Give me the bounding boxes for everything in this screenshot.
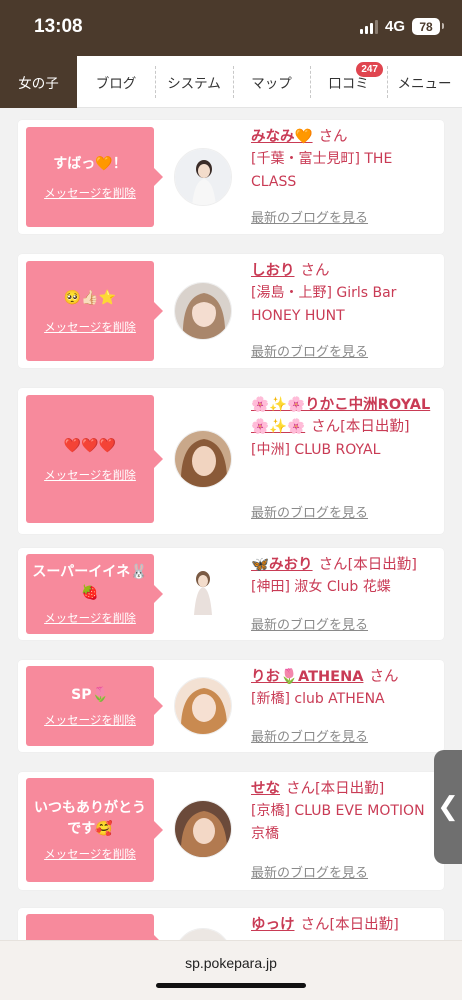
list-item: すばっ🧡！ メッセージを削除 みなみ🧡 さん [千葉・富士見町] THE CLAS… bbox=[18, 120, 444, 234]
latest-blog-link[interactable]: 最新のブログを見る bbox=[251, 726, 368, 745]
tab-blog[interactable]: ブログ bbox=[77, 56, 155, 108]
girl-name-line: 🦋みおり さん[本日出勤] bbox=[251, 554, 437, 576]
message-text: ❤️❤️❤️ bbox=[63, 437, 117, 454]
url-text: sp.pokepara.jp bbox=[185, 955, 277, 971]
side-drawer-handle[interactable]: ❮ bbox=[434, 750, 462, 864]
delete-message-link[interactable]: メッセージを削除 bbox=[44, 610, 136, 626]
shop-link[interactable]: [湯島・上野] Girls Bar HONEY HUNT bbox=[251, 282, 437, 327]
girl-name-link[interactable]: しおり bbox=[251, 263, 295, 279]
girl-name-link[interactable]: せな bbox=[251, 781, 280, 797]
delete-message-link[interactable]: メッセージを削除 bbox=[44, 319, 136, 335]
shop-link[interactable]: [千葉・富士見町] THE CLASS bbox=[251, 148, 437, 193]
shop-link[interactable]: [新橋] club ATHENA bbox=[251, 688, 437, 710]
girl-name-line: 🌸✨🌸りかこ中洲ROYAL🌸✨🌸 さん[本日出勤] bbox=[251, 394, 437, 439]
message-text: いつもありがとうです🥰 bbox=[34, 800, 146, 837]
message-text: SP🌷 bbox=[71, 686, 109, 703]
latest-blog-link[interactable]: 最新のブログを見る bbox=[251, 502, 368, 521]
avatar[interactable] bbox=[174, 800, 232, 858]
tab-system[interactable]: システム bbox=[155, 56, 233, 108]
tab-label: ブログ bbox=[95, 76, 137, 92]
girl-name-link[interactable]: ゆっけ bbox=[251, 917, 295, 933]
list-item: いつもありがとうです🥰 メッセージを削除 せな さん[本日出勤] [京橋] CLU… bbox=[18, 772, 444, 890]
message-text: 🥺👍🏻⭐ bbox=[63, 289, 117, 306]
girl-name-line: ゆっけ さん[本日出勤] bbox=[251, 914, 437, 936]
message-bubble: スーパーイイネ🐰🍓 メッセージを削除 bbox=[26, 554, 163, 634]
honorific: さん bbox=[318, 129, 348, 145]
attendance-status: [本日出勤] bbox=[329, 917, 399, 933]
girl-name-line: みなみ🧡 さん bbox=[251, 126, 437, 148]
tab-reviews[interactable]: 口コミ 247 bbox=[310, 56, 387, 108]
latest-blog-link[interactable]: 最新のブログを見る bbox=[251, 614, 368, 633]
girl-name-line: しおり さん bbox=[251, 260, 437, 282]
girl-name-link[interactable]: りお🌷ATHENA bbox=[251, 669, 363, 685]
avatar[interactable] bbox=[174, 565, 232, 623]
message-bubble: いつもありがとうです🥰 メッセージを削除 bbox=[26, 778, 163, 882]
shop-link[interactable]: [京橋] CLUB EVE MOTION 京橋 bbox=[251, 800, 437, 845]
tab-menu[interactable]: メニュー bbox=[387, 56, 462, 108]
girl-name-line: せな さん[本日出勤] bbox=[251, 778, 437, 800]
message-bubble: すばっ🧡！ メッセージを削除 bbox=[26, 127, 163, 227]
girl-name-link[interactable]: みなみ🧡 bbox=[251, 129, 313, 145]
avatar[interactable] bbox=[174, 677, 232, 735]
home-indicator[interactable] bbox=[156, 983, 306, 988]
delete-message-link[interactable]: メッセージを削除 bbox=[44, 467, 136, 483]
battery-icon: 78 bbox=[412, 18, 444, 35]
delete-message-link[interactable]: メッセージを削除 bbox=[44, 846, 136, 862]
list-item: ❤️❤️❤️ メッセージを削除 🌸✨🌸りかこ中洲ROYAL🌸✨🌸 さん[本日出勤]… bbox=[18, 388, 444, 534]
list-item: SP🌷 メッセージを削除 りお🌷ATHENA さん [新橋] club ATHEN… bbox=[18, 660, 444, 752]
latest-blog-link[interactable]: 最新のブログを見る bbox=[251, 207, 368, 226]
tab-map[interactable]: マップ bbox=[233, 56, 310, 108]
honorific: さん bbox=[318, 557, 348, 573]
status-indicators: 4G 78 bbox=[359, 18, 444, 35]
chevron-left-icon: ❮ bbox=[437, 792, 459, 822]
attendance-status: [本日出勤] bbox=[340, 419, 410, 436]
honorific: さん bbox=[300, 263, 330, 279]
message-bubble: SP🌷 メッセージを削除 bbox=[26, 666, 163, 746]
message-text: スーパーイイネ🐰🍓 bbox=[32, 564, 148, 601]
tab-label: 女の子 bbox=[18, 76, 59, 92]
shop-link[interactable]: [中洲] CLUB ROYAL bbox=[251, 439, 437, 461]
status-bar: 13:08 4G 78 bbox=[0, 0, 462, 56]
attendance-status: [本日出勤] bbox=[315, 781, 385, 797]
signal-icon bbox=[359, 19, 378, 34]
status-time: 13:08 bbox=[34, 16, 83, 37]
avatar[interactable] bbox=[174, 282, 232, 340]
tab-navigation: 女の子 ブログ システム マップ 口コミ 247 メニュー bbox=[0, 56, 462, 108]
avatar[interactable] bbox=[174, 430, 232, 488]
reviews-count-badge: 247 bbox=[356, 62, 383, 77]
latest-blog-link[interactable]: 最新のブログを見る bbox=[251, 862, 368, 881]
avatar[interactable] bbox=[174, 148, 232, 206]
message-text: すばっ🧡！ bbox=[53, 155, 127, 172]
network-type: 4G bbox=[384, 18, 405, 35]
honorific: さん bbox=[311, 419, 341, 436]
honorific: さん bbox=[286, 781, 315, 797]
list-item: 🥺👍🏻⭐ メッセージを削除 しおり さん [湯島・上野] Girls Bar HO… bbox=[18, 254, 444, 368]
delete-message-link[interactable]: メッセージを削除 bbox=[44, 712, 136, 728]
message-bubble: 🥺👍🏻⭐ メッセージを削除 bbox=[26, 261, 163, 361]
honorific: さん bbox=[300, 917, 330, 933]
girl-name-link[interactable]: 🦋みおり bbox=[251, 557, 313, 573]
shop-link[interactable]: [神田] 淑女 Club 花蝶 bbox=[251, 576, 437, 598]
tab-label: マップ bbox=[251, 76, 292, 92]
message-bubble: ❤️❤️❤️ メッセージを削除 bbox=[26, 395, 163, 523]
tab-girls[interactable]: 女の子 bbox=[0, 56, 77, 108]
girl-name-line: りお🌷ATHENA さん bbox=[251, 666, 437, 688]
browser-url-bar[interactable]: sp.pokepara.jp bbox=[0, 940, 462, 1000]
tab-label: メニュー bbox=[397, 76, 452, 92]
tab-label: システム bbox=[167, 76, 221, 92]
honorific: さん bbox=[369, 669, 399, 685]
attendance-status: [本日出勤] bbox=[347, 557, 417, 573]
latest-blog-link[interactable]: 最新のブログを見る bbox=[251, 341, 368, 360]
delete-message-link[interactable]: メッセージを削除 bbox=[44, 185, 136, 201]
list-item: スーパーイイネ🐰🍓 メッセージを削除 🦋みおり さん[本日出勤] [神田] 淑女 … bbox=[18, 548, 444, 640]
